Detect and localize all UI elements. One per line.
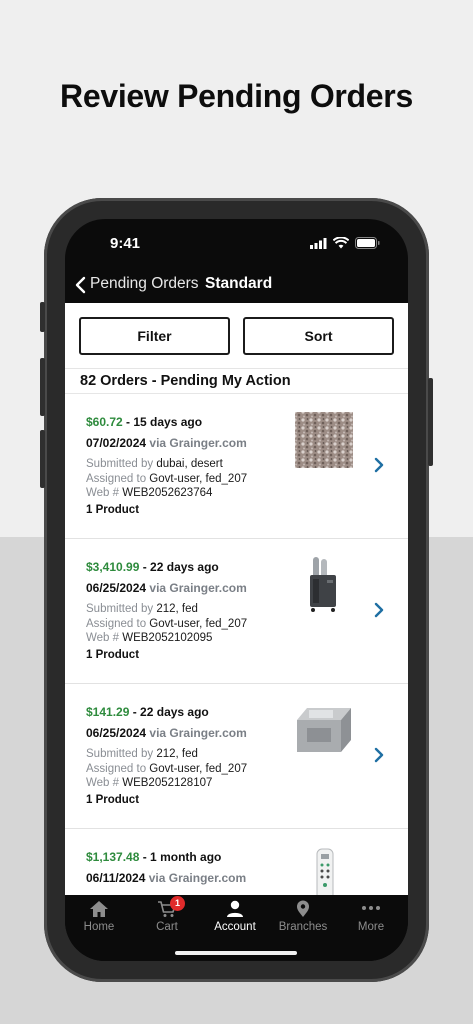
sort-button[interactable]: Sort <box>243 317 394 355</box>
order-product-count: 1 Product <box>86 504 140 516</box>
web-number-value: WEB2052128107 <box>119 777 213 789</box>
order-age: - 15 days ago <box>122 415 203 429</box>
tab-label: More <box>357 921 385 933</box>
order-details: Submitted by dubai, desert Assigned to G… <box>86 457 247 501</box>
chevron-right-icon[interactable] <box>372 746 386 764</box>
tab-account[interactable]: Account <box>201 895 269 939</box>
order-price: $3,410.99 <box>86 560 140 574</box>
submitted-by-value: 212, fed <box>153 603 198 615</box>
chevron-right-icon[interactable] <box>372 456 386 474</box>
tab-label: Branches <box>278 921 328 933</box>
assigned-to-value: Govt-user, fed_207 <box>146 472 248 485</box>
order-product-count: 1 Product <box>86 794 140 806</box>
order-date: 07/02/2024 <box>86 436 147 450</box>
order-row[interactable]: $1,137.48 - 1 month ago 06/11/2024 via G… <box>65 829 408 895</box>
back-button-label[interactable]: Pending Orders <box>90 275 199 293</box>
status-icons <box>310 237 380 249</box>
tab-branches[interactable]: Branches <box>269 895 337 939</box>
web-number-label: Web # <box>86 487 120 499</box>
order-row[interactable]: $60.72 - 15 days ago 07/02/2024 via Grai… <box>65 394 408 539</box>
assigned-to-label: Assigned to <box>86 472 147 485</box>
order-row[interactable]: $3,410.99 - 22 days ago 06/25/2024 via G… <box>65 539 408 684</box>
submitted-by-label: Submitted by <box>86 603 154 615</box>
cart-count-badge: 1 <box>170 896 185 911</box>
portable-air-conditioner-image <box>310 557 336 612</box>
navigation-bar: Pending Orders Standard <box>65 269 408 303</box>
order-price: $1,137.48 <box>86 850 140 864</box>
wifi-icon <box>333 237 349 249</box>
filter-button[interactable]: Filter <box>79 317 230 355</box>
phone-mute-switch <box>40 302 45 332</box>
web-number-label: Web # <box>86 777 120 789</box>
order-age: - 22 days ago <box>129 705 209 719</box>
submitted-by-value: dubai, desert <box>153 458 223 470</box>
page-headline: Review Pending Orders <box>60 78 413 114</box>
remote-control-image <box>316 848 334 895</box>
order-age: - 1 month ago <box>139 850 222 864</box>
order-source: via Grainger.com <box>145 871 247 885</box>
web-number-value: WEB2052623764 <box>119 487 213 499</box>
tab-label: Cart <box>156 921 178 933</box>
nav-title: Standard <box>205 275 273 292</box>
order-date: 06/11/2024 <box>86 871 146 885</box>
location-pin-icon <box>297 900 309 917</box>
web-number-value: WEB2052102095 <box>119 632 213 644</box>
tab-more[interactable]: More <box>337 895 405 939</box>
order-date: 06/25/2024 <box>86 581 147 595</box>
orders-count-heading: 82 Orders - Pending My Action <box>80 373 291 389</box>
chevron-right-icon[interactable] <box>372 601 386 619</box>
order-date: 06/25/2024 <box>86 726 147 740</box>
web-number-label: Web # <box>86 632 120 644</box>
order-row[interactable]: $141.29 - 22 days ago 06/25/2024 via Gra… <box>65 684 408 829</box>
assigned-to-label: Assigned to <box>86 617 147 630</box>
action-row: Filter Sort <box>65 303 408 369</box>
submitted-by-value: 212, fed <box>153 748 198 760</box>
orders-content: Filter Sort 82 Orders - Pending My Actio… <box>65 303 408 895</box>
home-indicator[interactable] <box>175 951 297 955</box>
assigned-to-value: Govt-user, fed_207 <box>146 617 248 630</box>
account-icon <box>227 900 243 917</box>
tab-cart[interactable]: 1 Cart <box>133 895 201 939</box>
order-source: via Grainger.com <box>146 581 247 595</box>
granular-material-image <box>295 412 353 468</box>
order-details: Submitted by 212, fed Assigned to Govt-u… <box>86 602 247 646</box>
phone-volume-down <box>40 430 45 488</box>
phone-screen: 9:41 Pending Orders Standard Filter Sort… <box>65 219 408 961</box>
back-chevron-icon[interactable] <box>71 273 91 297</box>
status-time: 9:41 <box>110 235 141 252</box>
phone-volume-up <box>40 358 45 416</box>
submitted-by-label: Submitted by <box>86 748 154 760</box>
order-price: $141.29 <box>86 705 130 719</box>
tab-label: Home <box>83 921 115 933</box>
home-icon <box>90 901 108 917</box>
order-product-count: 1 Product <box>86 649 140 661</box>
test-weight-image <box>297 708 351 752</box>
order-age: - 22 days ago <box>139 560 219 574</box>
assigned-to-label: Assigned to <box>86 762 147 775</box>
tab-home[interactable]: Home <box>65 895 133 939</box>
phone-power-button <box>428 378 433 466</box>
order-source: via Grainger.com <box>146 436 247 450</box>
more-dots-icon <box>362 906 380 910</box>
assigned-to-value: Govt-user, fed_207 <box>146 762 248 775</box>
battery-icon <box>355 237 380 249</box>
signal-icon <box>310 238 327 249</box>
order-price: $60.72 <box>86 415 123 429</box>
submitted-by-label: Submitted by <box>86 458 154 470</box>
status-bar: 9:41 <box>65 219 408 269</box>
tab-label: Account <box>214 921 256 933</box>
order-source: via Grainger.com <box>146 726 247 740</box>
order-details: Submitted by 212, fed Assigned to Govt-u… <box>86 747 247 791</box>
bottom-tab-bar: Home 1 Cart Account Branches More <box>65 895 408 961</box>
